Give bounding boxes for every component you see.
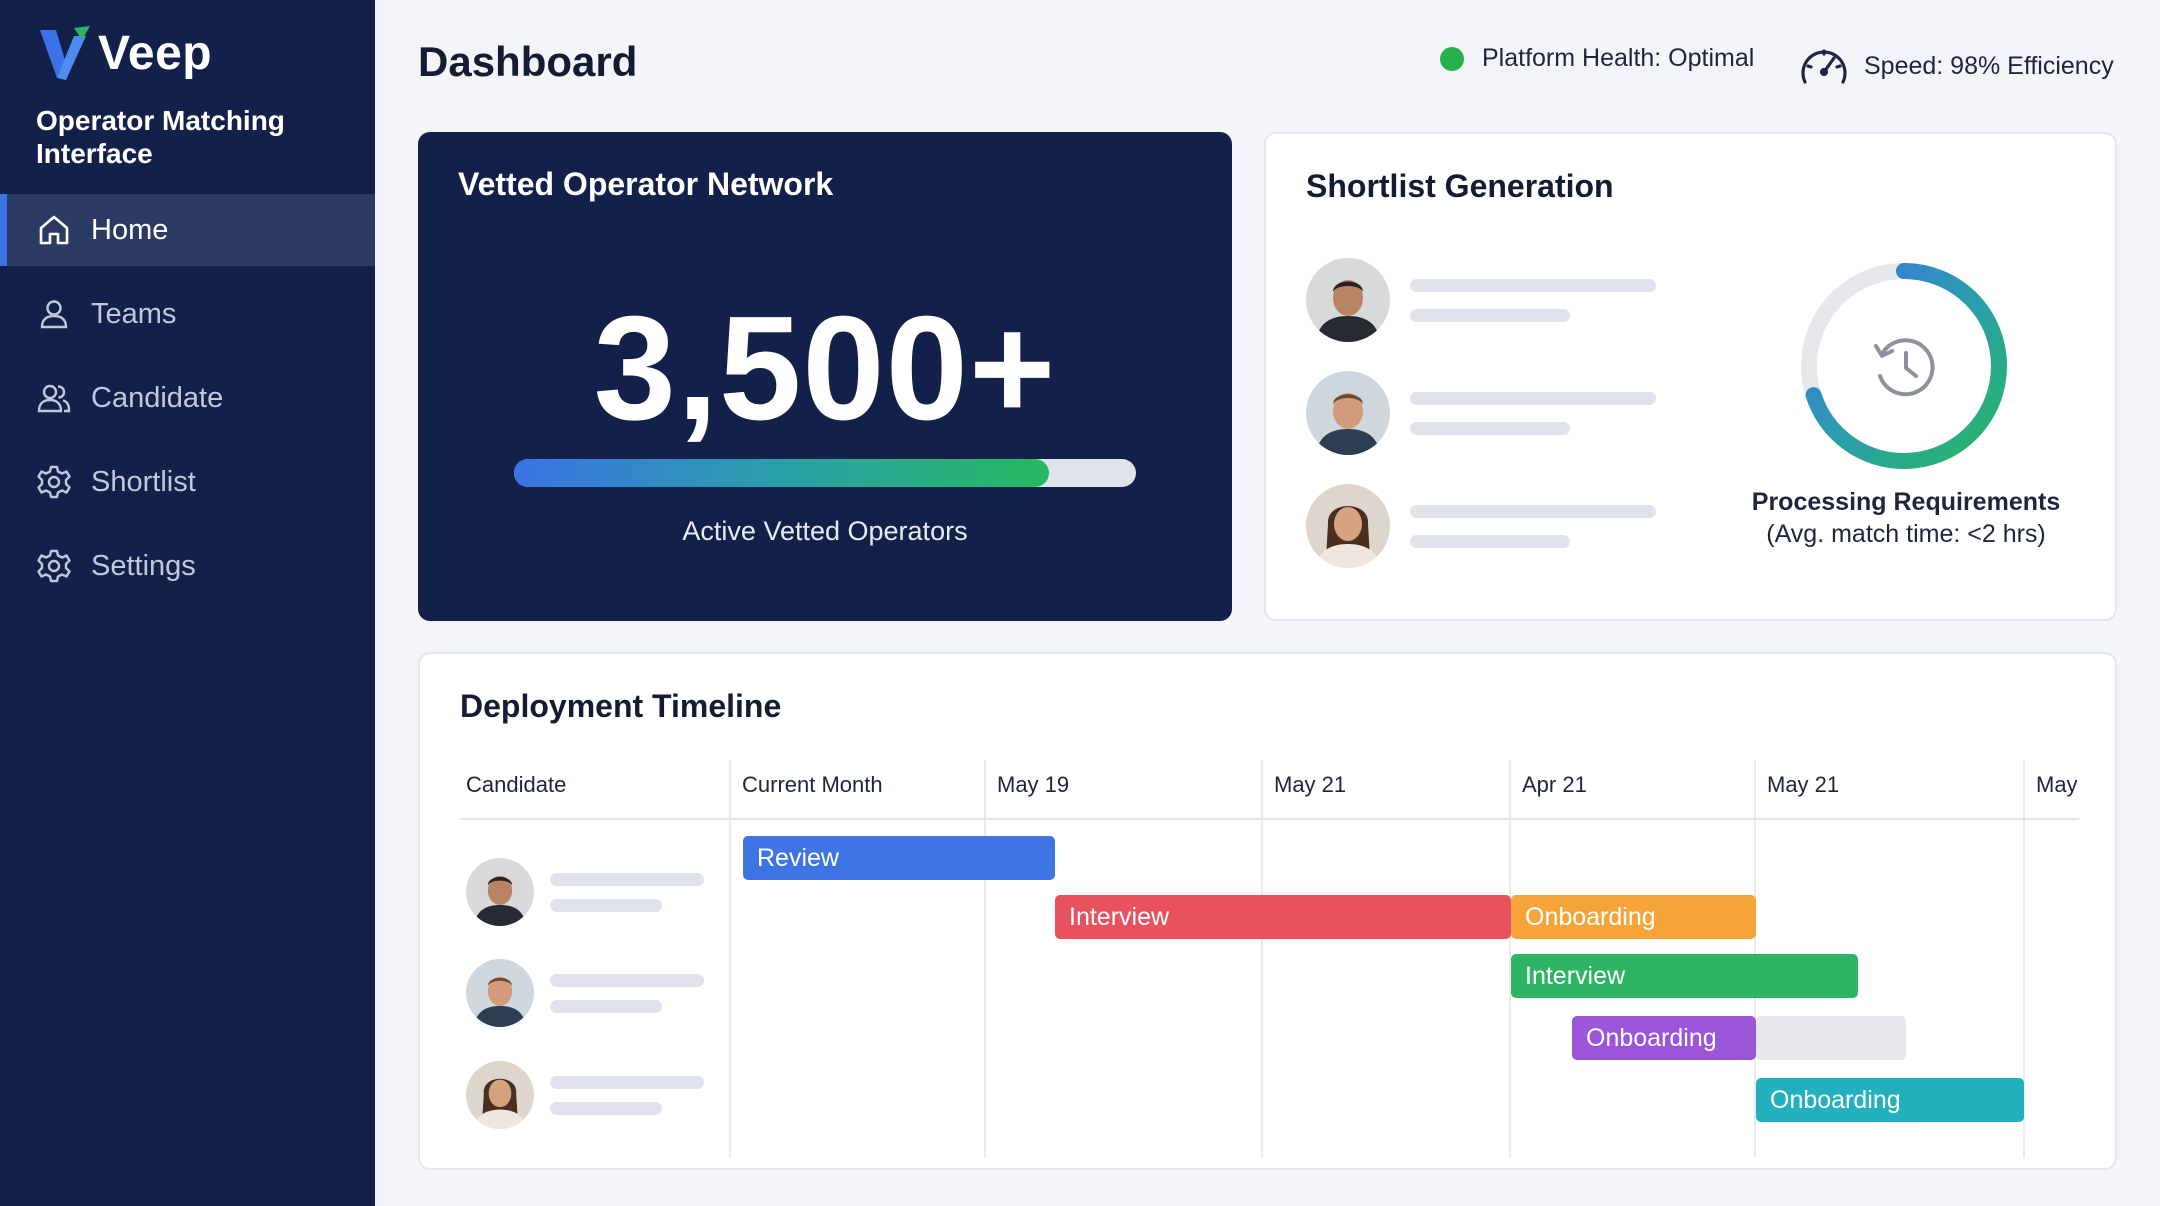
gear-icon <box>36 548 72 584</box>
sidebar-item-label: Settings <box>91 549 196 582</box>
shortlist-candidate-row[interactable] <box>1306 484 1656 568</box>
placeholder-lines <box>550 872 704 912</box>
history-icon <box>1874 338 1935 397</box>
sidebar-item-home[interactable]: Home <box>0 194 375 266</box>
shortlist-generation-card: Shortlist Generation Processing Requirem… <box>1264 132 2117 621</box>
vetted-operator-network-card: Vetted Operator Network 3,500+ Active Ve… <box>418 132 1232 621</box>
avatar <box>1306 371 1390 455</box>
sidebar: Veep Operator Matching Interface Home Te… <box>0 0 375 1206</box>
header-divider <box>460 818 2079 820</box>
brand-name: Veep <box>98 26 213 80</box>
processing-label: Processing Requirements (Avg. match time… <box>1706 486 2106 550</box>
sidebar-item-label: Shortlist <box>91 465 196 498</box>
column-header: May <box>2036 772 2078 797</box>
timeline-card-title: Deployment Timeline <box>460 688 782 724</box>
avatar <box>466 959 534 1027</box>
users-icon <box>36 380 72 416</box>
processing-requirements-title: Processing Requirements <box>1751 488 2061 516</box>
shortlist-candidate-row[interactable] <box>1306 258 1656 342</box>
avatar <box>466 1061 534 1129</box>
placeholder-lines <box>550 1075 704 1115</box>
column-header: May 19 <box>997 772 1070 797</box>
sidebar-item-settings[interactable]: Settings <box>0 530 375 602</box>
timeline-candidate-row[interactable] <box>466 858 704 926</box>
placeholder-lines <box>1410 391 1656 435</box>
timeline-bar-onboarding[interactable]: Onboarding <box>1572 1016 1756 1060</box>
sidebar-item-label: Teams <box>91 297 177 330</box>
placeholder-lines <box>550 973 704 1013</box>
brand-logo[interactable]: Veep <box>36 24 212 82</box>
health-status-dot-icon <box>1440 46 1464 71</box>
timeline-bar-interview[interactable]: Interview <box>1511 954 1858 998</box>
sidebar-item-shortlist[interactable]: Shortlist <box>0 446 375 518</box>
column-header: May 21 <box>1274 772 1347 797</box>
sidebar-item-candidate[interactable]: Candidate <box>0 362 375 434</box>
speedometer-icon <box>1801 49 1847 84</box>
gear-icon <box>36 464 72 500</box>
speed-status: Speed: 98% Efficiency <box>1798 44 2114 88</box>
page-title: Dashboard <box>418 38 638 85</box>
avatar <box>1306 484 1390 568</box>
timeline-candidate-row[interactable] <box>466 1061 704 1129</box>
speed-text: Speed: 98% Efficiency <box>1864 51 2114 80</box>
processing-ring <box>1796 258 2012 474</box>
avatar <box>466 858 534 926</box>
home-icon <box>36 212 72 248</box>
avg-match-time: (Avg. match time: <2 hrs) <box>1766 520 2046 548</box>
user-icon <box>36 296 72 332</box>
timeline-bar-placeholder <box>1756 1016 1906 1060</box>
platform-health-status: Platform Health: Optimal <box>1440 44 1754 73</box>
avatar <box>1306 258 1390 342</box>
timeline-bar-onboarding[interactable]: Onboarding <box>1511 895 1756 939</box>
placeholder-lines <box>1410 504 1656 548</box>
shortlist-card-title: Shortlist Generation <box>1306 168 1614 204</box>
app-subtitle: Operator Matching Interface <box>36 105 285 169</box>
sidebar-item-label: Candidate <box>91 381 224 414</box>
operator-progress-bar <box>514 459 1136 487</box>
shortlist-candidate-row[interactable] <box>1306 371 1656 455</box>
timeline-bar-interview[interactable]: Interview <box>1055 895 1511 939</box>
timeline-bar-review[interactable]: Review <box>743 836 1055 880</box>
operator-count: 3,500+ <box>593 286 1057 451</box>
timeline-candidate-row[interactable] <box>466 959 704 1027</box>
placeholder-lines <box>1410 278 1656 322</box>
operator-progress-fill <box>514 459 1049 487</box>
veep-logo-icon <box>40 26 90 80</box>
timeline-bar-onboarding[interactable]: Onboarding <box>1756 1078 2024 1122</box>
column-header-candidate: Candidate <box>466 772 567 797</box>
network-card-title: Vetted Operator Network <box>458 166 834 202</box>
sidebar-nav: Home Teams Candidate Shortlist Settings <box>0 194 375 614</box>
sidebar-item-label: Home <box>91 213 169 246</box>
column-header: Apr 21 <box>1522 772 1587 797</box>
column-header: Current Month <box>742 772 883 797</box>
deployment-timeline-card: Deployment Timeline Candidate Current Mo… <box>418 652 2117 1170</box>
column-header: May 21 <box>1767 772 1840 797</box>
progress-caption: Active Vetted Operators <box>682 516 968 546</box>
sidebar-item-teams[interactable]: Teams <box>0 278 375 350</box>
platform-health-text: Platform Health: Optimal <box>1482 44 1755 72</box>
